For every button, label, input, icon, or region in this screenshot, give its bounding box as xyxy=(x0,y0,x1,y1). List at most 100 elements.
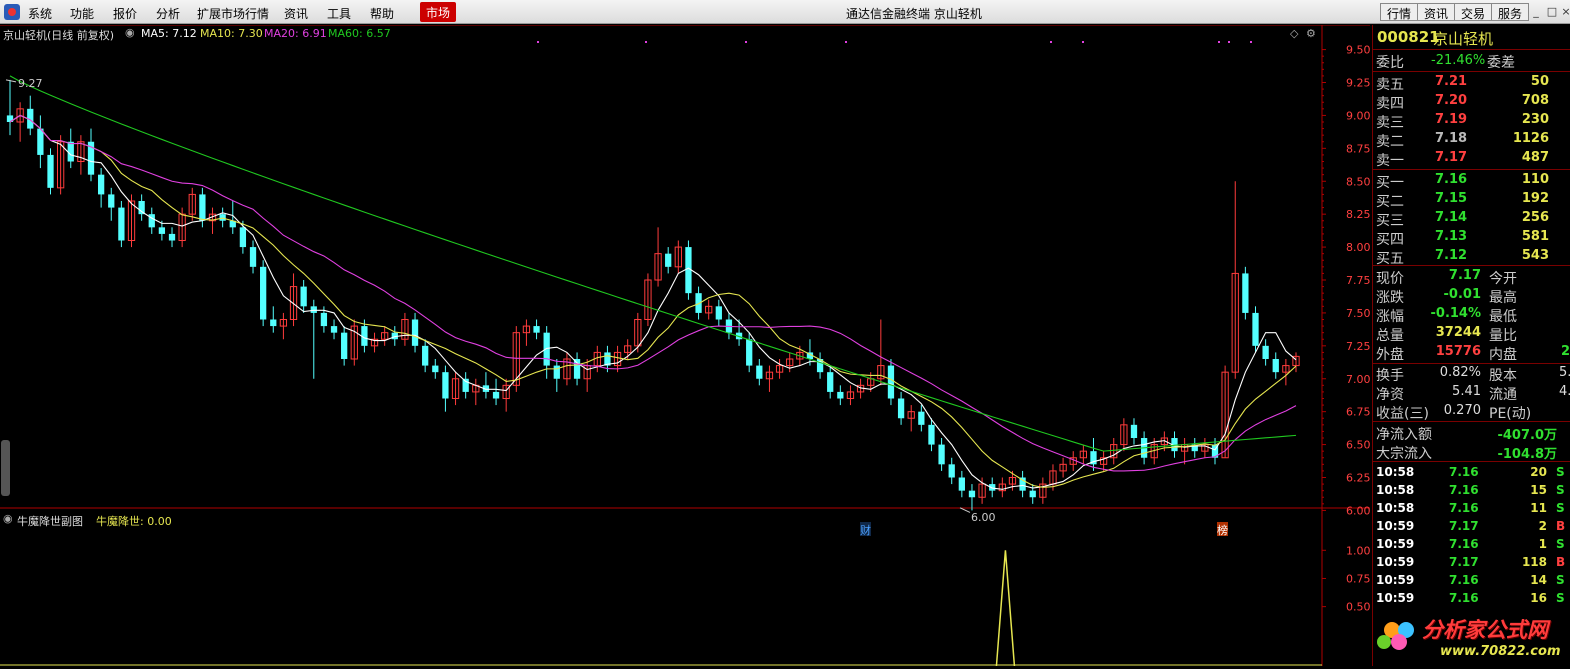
tick-side: S xyxy=(1556,501,1565,515)
stat2-row: 换手 0.82% 股本 5.3 xyxy=(1373,364,1570,384)
signal-dot xyxy=(645,41,647,43)
settings-icon[interactable]: ⚙ xyxy=(1306,27,1316,41)
menu-item-market[interactable]: 市场 xyxy=(420,2,457,22)
tick-volume: 16 xyxy=(1530,591,1547,605)
buy-price: 7.12 xyxy=(1435,248,1468,263)
sell-price: 7.17 xyxy=(1435,150,1468,165)
quote-button[interactable]: 行情 xyxy=(1380,3,1419,21)
candle-body-down xyxy=(837,391,844,399)
ma60-label: MA60: 6.57 xyxy=(328,27,391,40)
y-tick-label: 7.00 xyxy=(1346,373,1370,386)
y-tick-label: 6.50 xyxy=(1346,439,1370,452)
candle-body-down xyxy=(108,194,115,208)
candle-body-down xyxy=(219,214,226,221)
candle-body-down xyxy=(411,319,419,346)
stat2-value: 0.270 xyxy=(1443,403,1481,418)
candle-body-down xyxy=(97,174,105,195)
menu-item-extended-market[interactable]: 扩展市场行情 xyxy=(197,5,269,22)
candle-body-down xyxy=(341,332,348,359)
menu-item-analysis[interactable]: 分析 xyxy=(156,5,180,22)
menu-item-news[interactable]: 资讯 xyxy=(284,5,308,22)
y-tick-label: 8.75 xyxy=(1346,142,1370,155)
tick-time: 10:58 xyxy=(1376,465,1415,479)
flow-label: 大宗流入 xyxy=(1376,446,1432,462)
candle-body-down xyxy=(1272,359,1279,373)
tick-price: 7.16 xyxy=(1449,465,1479,479)
candle-body-down xyxy=(138,201,145,215)
buy-row: 买五 7.12 543 xyxy=(1373,247,1570,267)
tick-side: S xyxy=(1556,465,1565,479)
sub-expand-icon[interactable]: ◉ xyxy=(3,512,13,526)
maximize-icon[interactable]: □ xyxy=(1546,6,1558,18)
sell-row: 卖二 7.18 1126 xyxy=(1373,130,1570,150)
finance-marker[interactable]: 财 xyxy=(860,522,871,537)
quote-panel: 000821 京山轻机 委比 -21.46% 委差 卖五 7.21 50 卖四 7.20… xyxy=(1372,25,1570,666)
scroll-handle xyxy=(1,440,10,496)
candle-body-down xyxy=(320,312,328,327)
flow-row: 大宗流入 -104.8万 xyxy=(1373,442,1570,462)
tick-volume: 2 xyxy=(1538,519,1547,533)
tick-side: S xyxy=(1556,591,1565,605)
diamond-icon[interactable]: ◇ xyxy=(1290,27,1298,41)
buy-volume: 581 xyxy=(1521,229,1549,244)
buy-price: 7.16 xyxy=(1435,172,1468,187)
y-tick-label: 8.25 xyxy=(1346,208,1370,221)
weicha-label: 委差 xyxy=(1487,55,1515,71)
stat-label-2: 内盘 xyxy=(1489,347,1517,363)
y-tick-label: 6.75 xyxy=(1346,406,1370,419)
menu-item-system[interactable]: 系统 xyxy=(28,5,52,22)
buy-level-label: 买五 xyxy=(1376,251,1404,267)
sub-indicator-name: 牛魔降世副图 xyxy=(17,515,83,528)
candle-body-down xyxy=(948,464,955,478)
watermark-text: 分析家公式网 xyxy=(1422,618,1548,642)
sell-volume: 487 xyxy=(1521,150,1549,165)
sell-price: 7.20 xyxy=(1435,93,1468,108)
candle-body-down xyxy=(928,424,935,445)
buy-volume: 256 xyxy=(1521,210,1549,225)
news-button[interactable]: 资讯 xyxy=(1417,3,1456,21)
menu-item-tools[interactable]: 工具 xyxy=(327,5,351,22)
tick-time: 10:59 xyxy=(1376,519,1415,533)
header-expand-icon[interactable]: ◉ xyxy=(125,26,135,40)
sell-level-label: 卖二 xyxy=(1376,134,1404,150)
stat-label-2: 最高 xyxy=(1489,290,1517,306)
y-tick-label: 9.25 xyxy=(1346,77,1370,90)
candle-body-down xyxy=(1130,424,1138,438)
menu-item-help[interactable]: 帮助 xyxy=(370,5,394,22)
stat2-row: 净资 5.41 流通 4.5 xyxy=(1373,383,1570,403)
menu-item-function[interactable]: 功能 xyxy=(70,5,94,22)
flow-value: -407.0万 xyxy=(1497,428,1557,443)
close-icon[interactable]: × xyxy=(1560,6,1570,18)
tick-price: 7.16 xyxy=(1449,501,1479,515)
weibi-label: 委比 xyxy=(1376,55,1404,71)
tick-volume: 1 xyxy=(1538,537,1547,551)
sell-level-label: 卖一 xyxy=(1376,153,1404,169)
stat-label-2: 量比 xyxy=(1489,328,1517,344)
trade-button[interactable]: 交易 xyxy=(1454,3,1493,21)
tick-time: 10:59 xyxy=(1376,573,1415,587)
tick-price: 7.16 xyxy=(1449,573,1479,587)
tick-price: 7.16 xyxy=(1449,537,1479,551)
stat-value: 37244 xyxy=(1435,325,1481,340)
buy-price: 7.14 xyxy=(1435,210,1468,225)
minimize-icon[interactable]: _ xyxy=(1530,6,1542,18)
candle-body-down xyxy=(533,326,540,333)
tick-price: 7.16 xyxy=(1449,591,1479,605)
tick-row: 10:58 7.16 20 S xyxy=(1373,463,1570,481)
kline-chart-canvas[interactable]: 9.50 9.25 9.00 8.75 8.50 8.25 8.00 7.75 7.50 7.25… xyxy=(0,25,1370,666)
menu-item-quote[interactable]: 报价 xyxy=(113,5,137,22)
service-button[interactable]: 服务 xyxy=(1491,3,1530,21)
candle-body-down xyxy=(665,253,672,267)
sell-volume: 50 xyxy=(1530,74,1549,89)
y-tick-label: 7.75 xyxy=(1346,274,1370,287)
sub-y-tick-label: 0.50 xyxy=(1346,601,1370,614)
candle-body-down xyxy=(1019,477,1026,491)
ranking-marker[interactable]: 榜 xyxy=(1217,522,1228,537)
tick-volume: 11 xyxy=(1530,501,1547,515)
sell-level-label: 卖四 xyxy=(1376,96,1404,112)
buy-volume: 543 xyxy=(1521,248,1549,263)
candle-body-down xyxy=(968,490,976,498)
watermark-url: www.70822.com xyxy=(1440,644,1561,659)
buy-volume: 192 xyxy=(1521,191,1549,206)
kline-chart[interactable]: 9.50 9.25 9.00 8.75 8.50 8.25 8.00 7.75 7.50 7.25… xyxy=(0,25,1370,666)
